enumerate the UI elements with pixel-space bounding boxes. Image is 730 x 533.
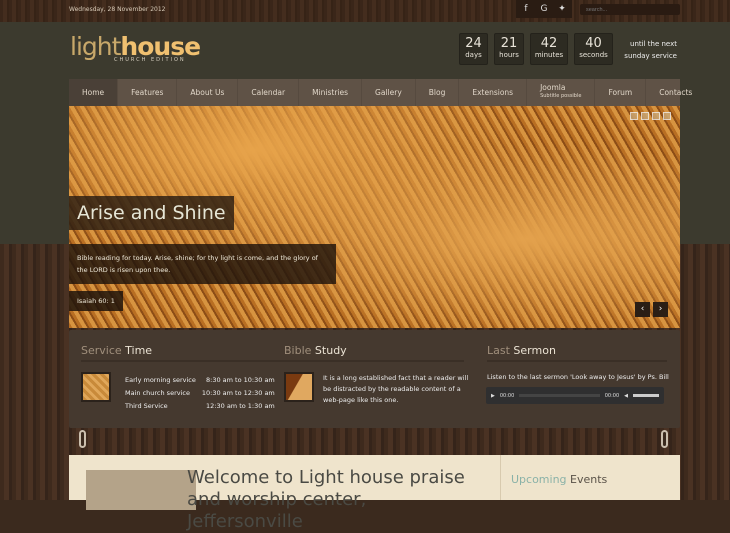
nav-joomla-subtitle: Subtitle possible bbox=[540, 93, 582, 99]
duration: 00:00 bbox=[604, 392, 620, 399]
slide-title: Arise and Shine bbox=[69, 196, 234, 230]
welcome-heading: Welcome to Light house praise and worshi… bbox=[187, 467, 465, 532]
table-row: Early morning service 8:30 am to 10:30 am bbox=[125, 376, 275, 384]
logo-light: light bbox=[70, 32, 121, 61]
slide-dot[interactable] bbox=[630, 112, 638, 120]
bible-study-text: It is a long established fact that a rea… bbox=[323, 374, 469, 404]
slider-pagination bbox=[630, 112, 671, 120]
nav-contacts[interactable]: Contacts bbox=[646, 79, 705, 106]
logo-subtitle: CHURCH EDITION bbox=[114, 57, 186, 63]
hanger-ring bbox=[661, 430, 668, 448]
nav-calendar[interactable]: Calendar bbox=[238, 79, 300, 106]
countdown-seconds: 40 seconds bbox=[574, 33, 613, 65]
slide-reference: Isaiah 60: 1 bbox=[69, 291, 123, 311]
table-row: Third Service 12:30 am to 1:30 am bbox=[125, 402, 275, 410]
main-nav: Home Features About Us Calendar Ministri… bbox=[69, 79, 692, 106]
bible-thumbnail bbox=[284, 372, 314, 402]
twitter-icon[interactable]: ✦ bbox=[552, 0, 572, 18]
progress-bar[interactable] bbox=[519, 394, 600, 397]
upcoming-events-heading: Upcoming Events bbox=[511, 473, 608, 486]
hero-slider: Arise and Shine Bible reading for today.… bbox=[69, 106, 680, 328]
sidebar: Upcoming Events bbox=[500, 455, 680, 500]
audio-player: ▶ 00:00 00:00 ◀ bbox=[486, 387, 664, 404]
countdown-hours: 21 hours bbox=[494, 33, 524, 65]
facebook-icon[interactable]: f bbox=[516, 0, 536, 18]
nav-joomla-label: Joomla bbox=[540, 83, 566, 92]
divider bbox=[284, 360, 464, 362]
nav-extensions[interactable]: Extensions bbox=[459, 79, 528, 106]
countdown-minutes: 42 minutes bbox=[530, 33, 568, 65]
nav-blog[interactable]: Blog bbox=[416, 79, 460, 106]
service-thumbnail bbox=[81, 372, 111, 402]
next-arrow-icon[interactable]: › bbox=[653, 302, 668, 317]
slide-text: Bible reading for today. Arise, shine; f… bbox=[69, 244, 336, 284]
divider bbox=[81, 360, 297, 362]
service-times-table: Early morning service 8:30 am to 10:30 am… bbox=[121, 373, 279, 414]
table-row: Main church service 10:30 am to 12:30 am bbox=[125, 389, 275, 397]
nav-joomla[interactable]: Joomla Subtitle possible bbox=[527, 79, 596, 106]
pastor-photo bbox=[86, 470, 196, 510]
google-icon[interactable]: G bbox=[534, 0, 554, 18]
hanger-ring bbox=[79, 430, 86, 448]
nav-home[interactable]: Home bbox=[69, 79, 119, 106]
prev-arrow-icon[interactable]: ‹ bbox=[635, 302, 650, 317]
volume-slider[interactable] bbox=[633, 394, 659, 397]
nav-gallery[interactable]: Gallery bbox=[362, 79, 416, 106]
slide-dot[interactable] bbox=[663, 112, 671, 120]
countdown-days: 24 days bbox=[459, 33, 488, 65]
slide-dot[interactable] bbox=[641, 112, 649, 120]
divider bbox=[487, 360, 667, 362]
nav-features[interactable]: Features bbox=[118, 79, 178, 106]
slide-dot[interactable] bbox=[652, 112, 660, 120]
top-bar: Wednesday, 28 November 2012 f G ✦ bbox=[0, 0, 730, 22]
play-icon[interactable]: ▶ bbox=[491, 393, 495, 399]
service-time-heading: Service Time bbox=[81, 344, 153, 357]
bible-study-heading: Bible Study bbox=[284, 344, 347, 357]
search-input[interactable] bbox=[580, 4, 680, 15]
current-date: Wednesday, 28 November 2012 bbox=[69, 6, 166, 13]
nav-ministries[interactable]: Ministries bbox=[299, 79, 363, 106]
last-sermon-heading: Last Sermon bbox=[487, 344, 556, 357]
nav-about-us[interactable]: About Us bbox=[177, 79, 239, 106]
info-panel: Service Time Early morning service 8:30 a… bbox=[69, 330, 680, 428]
countdown-label: until the next sunday service bbox=[624, 40, 677, 60]
nav-forum[interactable]: Forum bbox=[595, 79, 647, 106]
volume-icon[interactable]: ◀ bbox=[624, 393, 628, 399]
sermon-text: Listen to the last sermon 'Look away to … bbox=[487, 373, 669, 381]
content-area: Welcome to Light house praise and worshi… bbox=[69, 455, 680, 532]
current-time: 00:00 bbox=[499, 392, 515, 399]
